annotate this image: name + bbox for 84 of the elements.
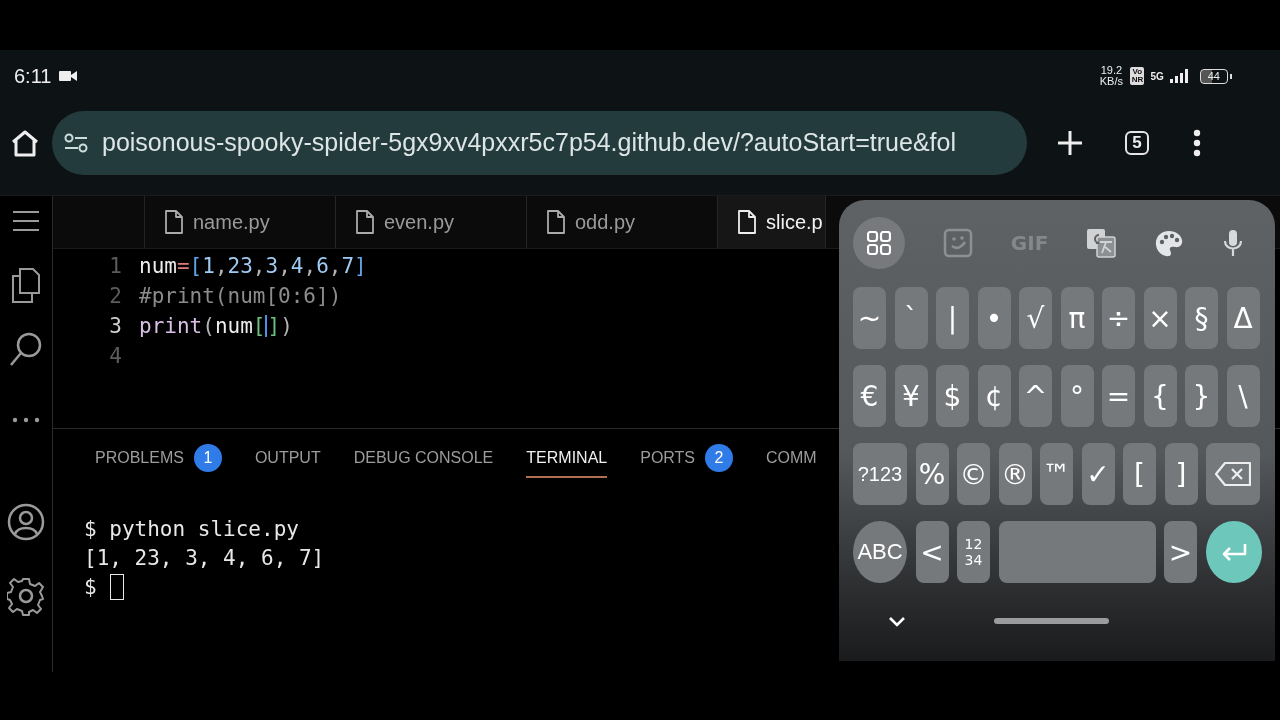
keyboard-key[interactable]: ] xyxy=(1164,443,1198,505)
panel-tab[interactable]: TERMINAL xyxy=(526,438,608,478)
keyboard-key[interactable]: [ xyxy=(1123,443,1156,505)
url-text: poisonous-spooky-spider-5gx9xv4pxxr5c7p54.github.dev/?autoStart=true&fol xyxy=(102,128,956,157)
panel-tab[interactable]: DEBUG CONSOLE xyxy=(353,438,494,478)
tab-count-button[interactable]: 5 xyxy=(1125,130,1149,155)
keyboard-key[interactable]: ✓ xyxy=(1081,443,1115,505)
keyboard-key[interactable]: $ xyxy=(936,365,969,427)
chevron-down-icon[interactable] xyxy=(888,614,906,628)
count-badge: 2 xyxy=(705,444,734,472)
panel-tab[interactable]: COMM xyxy=(766,438,817,478)
palette-icon[interactable] xyxy=(1154,228,1185,258)
backspace-key[interactable] xyxy=(1206,443,1260,505)
keyboard-key[interactable]: ^ xyxy=(1019,365,1052,427)
keyboard-key[interactable]: > xyxy=(1164,521,1197,583)
keyboard-key[interactable]: √ xyxy=(1019,287,1052,349)
keyboard-key[interactable]: • xyxy=(977,287,1011,349)
backspace-icon xyxy=(1215,461,1251,487)
keyboard-key[interactable]: ~ xyxy=(853,287,886,349)
signal-icon xyxy=(1169,69,1188,83)
keyboard-key[interactable]: Δ xyxy=(1226,287,1260,349)
file-icon xyxy=(356,210,374,234)
clock-time: 6:11 xyxy=(14,64,52,88)
terminal-line: $ xyxy=(84,574,97,599)
line-number: 3 xyxy=(108,314,123,338)
keyboard-key[interactable]: = xyxy=(1102,365,1135,427)
file-icon xyxy=(547,210,565,234)
files-icon[interactable] xyxy=(11,268,41,304)
network-type: 5G xyxy=(1150,70,1164,82)
keyboard-key[interactable]: ABC xyxy=(853,521,907,583)
network-speed: 19.2 KB/s xyxy=(1098,65,1124,87)
site-settings-icon[interactable] xyxy=(64,132,88,153)
search-icon[interactable] xyxy=(9,332,43,367)
code-line: print(num[]) xyxy=(139,314,293,338)
more-icon[interactable] xyxy=(12,417,40,423)
keyboard-key[interactable]: € xyxy=(853,365,886,427)
enter-icon xyxy=(1220,542,1247,562)
keyboard-key[interactable]: ` xyxy=(894,287,928,349)
keyboard-key[interactable]: ® xyxy=(998,443,1032,505)
keyboard-handle[interactable] xyxy=(994,618,1109,624)
panel-tab[interactable]: OUTPUT xyxy=(254,438,321,478)
keyboard-key[interactable]: 12 34 xyxy=(957,521,990,583)
terminal-line: [1, 23, 3, 4, 6, 7] xyxy=(84,545,325,570)
keyboard-key[interactable]: § xyxy=(1185,287,1218,349)
keyboard-key[interactable]: × xyxy=(1143,287,1177,349)
translate-icon[interactable] xyxy=(1086,228,1117,258)
line-number: 2 xyxy=(108,284,123,308)
microphone-icon[interactable] xyxy=(1222,229,1244,257)
keyboard-key[interactable]: { xyxy=(1143,365,1177,427)
code-line: #print(num[0:6]) xyxy=(139,284,342,308)
code-line: num=[1,23,3,4,6,7] xyxy=(139,254,367,278)
keyboard-key[interactable]: | xyxy=(936,287,969,349)
plus-icon[interactable] xyxy=(1057,129,1083,156)
home-icon[interactable] xyxy=(10,128,40,157)
line-number: 1 xyxy=(108,254,123,278)
keyboard-key[interactable]: ?123 xyxy=(853,443,907,505)
keyboard-key[interactable]: < xyxy=(915,521,949,583)
keyboard-key[interactable]: ÷ xyxy=(1102,287,1135,349)
count-badge: 1 xyxy=(193,444,222,472)
menu-icon[interactable] xyxy=(13,210,39,232)
panel-tab[interactable]: PORTS xyxy=(640,438,696,478)
network-badge: Vo NR xyxy=(1130,67,1145,85)
terminal-line: $ python slice.py xyxy=(84,516,299,541)
account-icon[interactable] xyxy=(7,503,45,541)
apps-button[interactable] xyxy=(853,217,905,269)
menu-icon[interactable] xyxy=(1193,128,1201,157)
keyboard-key[interactable]: © xyxy=(957,443,990,505)
settings-icon[interactable] xyxy=(7,577,45,616)
file-icon xyxy=(738,210,756,234)
grid-icon xyxy=(867,231,891,255)
editor-tab[interactable]: slice.p xyxy=(718,196,826,248)
keyboard-key[interactable]: ¥ xyxy=(894,365,928,427)
file-icon xyxy=(165,210,183,234)
video-camera-icon xyxy=(59,69,78,83)
keyboard-key[interactable]: % xyxy=(915,443,949,505)
keyboard-key[interactable]: π xyxy=(1060,287,1094,349)
keyboard-key[interactable]: ° xyxy=(1060,365,1094,427)
keyboard-key[interactable]: } xyxy=(1185,365,1218,427)
keyboard-key[interactable]: ™ xyxy=(1040,443,1073,505)
keyboard-key[interactable]: ¢ xyxy=(977,365,1011,427)
keyboard-key[interactable]: \ xyxy=(1226,365,1260,427)
panel-tab[interactable]: PROBLEMS xyxy=(95,438,184,478)
line-number: 4 xyxy=(108,344,123,368)
address-bar[interactable]: poisonous-spooky-spider-5gx9xv4pxxr5c7p54.github.dev/?autoStart=true&fol xyxy=(52,110,1027,175)
